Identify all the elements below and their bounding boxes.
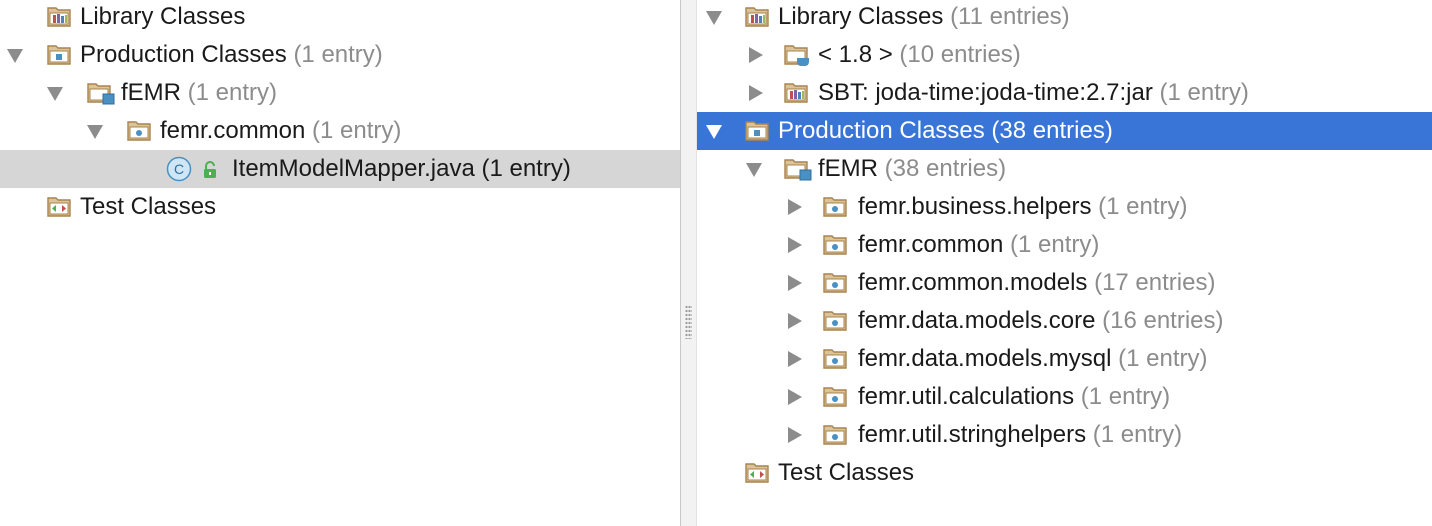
tree-row-item-model-mapper[interactable]: C ItemModelMapper.java (1 entry): [0, 150, 680, 188]
collapse-arrow-icon[interactable]: [788, 313, 802, 329]
source-folder-icon: [47, 43, 75, 67]
tree-row-label: femr.util.calculations: [858, 383, 1075, 410]
tree-row-count: (16 entries): [1102, 307, 1224, 334]
tree-row-production-classes[interactable]: Production Classes (1 entry): [0, 36, 680, 74]
tree-row-count: (1 entry): [1159, 79, 1249, 106]
tree-row-label: Production Classes: [80, 41, 287, 68]
module-folder-icon: [784, 157, 814, 181]
tree-row-count: (1 entry): [1098, 193, 1188, 220]
tree-row-femr-common[interactable]: femr.common (1 entry): [0, 112, 680, 150]
jdk-folder-icon: [784, 43, 814, 67]
tree-row-count: (1 entry): [187, 79, 278, 106]
tree-row-package[interactable]: femr.util.stringhelpers (1 entry): [697, 416, 1432, 454]
tree-row-label: femr.business.helpers: [858, 193, 1092, 220]
tree-row-jdk[interactable]: < 1.8 > (10 entries): [697, 36, 1432, 74]
tree-row-label: fEMR: [121, 79, 181, 106]
collapse-arrow-icon[interactable]: [788, 275, 802, 291]
tree-row-count: (1 entry): [1092, 421, 1183, 448]
package-folder-icon: [823, 385, 851, 409]
tree-row-count: (1 entry): [1118, 345, 1208, 372]
collapse-arrow-icon[interactable]: [788, 351, 802, 367]
source-folder-icon: [745, 119, 773, 143]
tree-row-label: Library Classes: [778, 3, 944, 30]
tree-row-package[interactable]: femr.util.calculations (1 entry): [697, 378, 1432, 416]
left-tree-pane: Library Classes Production Classes (1 en…: [0, 0, 680, 526]
expand-arrow-icon[interactable]: [47, 86, 63, 101]
tree-row-label: fEMR: [818, 155, 878, 182]
lock-icon: [200, 160, 220, 180]
collapse-arrow-icon[interactable]: [749, 85, 763, 101]
tree-row-package[interactable]: femr.common (1 entry): [697, 226, 1432, 264]
tree-row-femr-module[interactable]: fEMR (38 entries): [697, 150, 1432, 188]
tree-row-package[interactable]: femr.data.models.mysql (1 entry): [697, 340, 1432, 378]
tree-row-package[interactable]: femr.business.helpers (1 entry): [697, 188, 1432, 226]
tree-row-label: femr.util.stringhelpers: [858, 421, 1087, 448]
package-folder-icon: [823, 423, 851, 447]
tree-row-library-classes[interactable]: Library Classes (11 entries): [697, 0, 1432, 36]
tree-row-label: Library Classes: [80, 3, 246, 30]
library-folder-icon: [784, 81, 812, 105]
collapse-arrow-icon[interactable]: [788, 237, 802, 253]
tree-row-count: (11 entries): [950, 3, 1070, 30]
tree-row-production-classes[interactable]: Production Classes (38 entries): [697, 112, 1432, 150]
tree-row-count: (1 entry): [293, 41, 383, 68]
package-folder-icon: [823, 347, 851, 371]
pane-splitter[interactable]: [680, 0, 697, 526]
tree-row-label: SBT: joda-time:joda-time:2.7:jar: [818, 79, 1153, 106]
tree-row-count: (38 entries): [884, 155, 1007, 182]
tree-row-femr-module[interactable]: fEMR (1 entry): [0, 74, 680, 112]
package-folder-icon: [823, 233, 851, 257]
tree-row-label: Test Classes: [778, 459, 915, 486]
package-folder-icon: [823, 195, 851, 219]
tree-row-count: (10 entries): [899, 41, 1021, 68]
package-folder-icon: [127, 119, 155, 143]
tree-row-label: femr.data.models.core: [858, 307, 1096, 334]
collapse-arrow-icon[interactable]: [749, 47, 763, 63]
tree-row-count: (17 entries): [1094, 269, 1216, 296]
package-folder-icon: [823, 309, 851, 333]
right-tree-pane: Library Classes (11 entries) < 1.8 > (10…: [697, 0, 1432, 526]
tree-row-count: (1 entry): [1010, 231, 1100, 258]
tree-row-package[interactable]: femr.common.models (17 entries): [697, 264, 1432, 302]
tree-row-sbt-joda-time[interactable]: SBT: joda-time:joda-time:2.7:jar (1 entr…: [697, 74, 1432, 112]
collapse-arrow-icon[interactable]: [788, 389, 802, 405]
module-folder-icon: [87, 81, 117, 105]
tree-row-label: ItemModelMapper.java (1 entry): [232, 155, 571, 182]
expand-arrow-icon[interactable]: [746, 162, 762, 177]
expand-arrow-icon[interactable]: [87, 124, 103, 139]
library-folder-icon: [47, 5, 75, 29]
tree-row-test-classes[interactable]: Test Classes: [697, 454, 1432, 492]
class-icon: C: [166, 156, 192, 182]
tree-row-count: (1 entry): [312, 117, 402, 144]
class-icon-letter: C: [174, 161, 184, 177]
package-folder-icon: [823, 271, 851, 295]
test-folder-icon: [745, 461, 773, 485]
tree-row-label: Production Classes (38 entries): [778, 117, 1113, 144]
tree-row-package[interactable]: femr.data.models.core (16 entries): [697, 302, 1432, 340]
tree-row-test-classes[interactable]: Test Classes: [0, 188, 680, 226]
tree-row-label: Test Classes: [80, 193, 217, 220]
tree-row-label: femr.data.models.mysql: [858, 345, 1112, 372]
tree-row-count: (1 entry): [1080, 383, 1171, 410]
tree-row-label: femr.common: [858, 231, 1004, 258]
library-folder-icon: [745, 5, 773, 29]
tree-row-label: femr.common.models: [858, 269, 1088, 296]
collapse-arrow-icon[interactable]: [788, 199, 802, 215]
collapse-arrow-icon[interactable]: [788, 427, 802, 443]
splitter-grip[interactable]: [685, 305, 692, 339]
test-folder-icon: [47, 195, 75, 219]
tree-row-library-classes[interactable]: Library Classes: [0, 0, 680, 36]
tree-row-label: < 1.8 >: [818, 41, 893, 68]
expand-arrow-icon[interactable]: [706, 10, 722, 25]
tree-row-label: femr.common: [160, 117, 306, 144]
expand-arrow-icon[interactable]: [706, 124, 722, 139]
expand-arrow-icon[interactable]: [7, 48, 23, 63]
